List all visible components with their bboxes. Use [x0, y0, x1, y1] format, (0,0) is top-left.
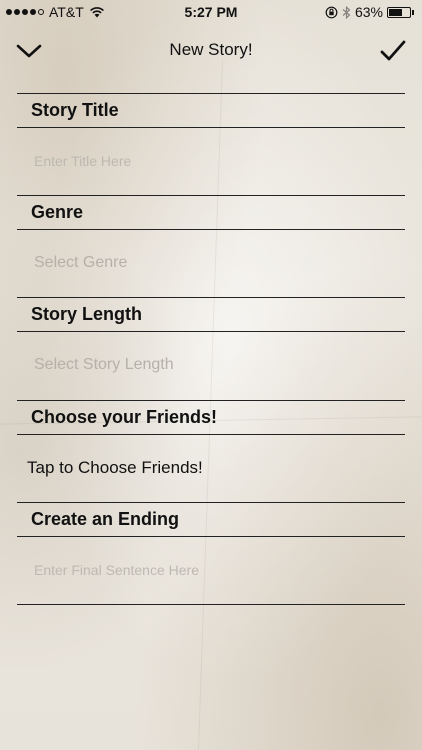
bluetooth-icon	[342, 5, 351, 19]
story-title-input[interactable]	[17, 128, 405, 194]
genre-select[interactable]	[17, 230, 405, 296]
status-right: 63%	[325, 4, 414, 20]
divider	[17, 604, 405, 605]
ending-label: Create an Ending	[31, 509, 180, 529]
battery-tip	[412, 9, 414, 15]
ending-input[interactable]	[17, 537, 405, 603]
story-title-label: Story Title	[31, 100, 119, 120]
navigation-bar: New Story!	[0, 30, 422, 70]
genre-label: Genre	[31, 202, 84, 222]
battery-icon	[387, 6, 411, 18]
divider	[17, 93, 405, 94]
choose-friends-button[interactable]: Tap to Choose Friends!	[27, 458, 203, 478]
rotation-lock-icon	[325, 6, 338, 18]
divider	[17, 195, 405, 196]
divider	[17, 434, 405, 435]
divider	[17, 502, 405, 503]
battery-level	[389, 8, 402, 16]
page-title: New Story!	[169, 40, 253, 59]
divider	[17, 297, 405, 298]
checkmark-icon[interactable]	[378, 38, 408, 64]
divider	[17, 400, 405, 401]
story-length-label: Story Length	[31, 304, 142, 324]
status-bar: AT&T 5:27 PM 63%	[0, 0, 422, 24]
story-length-select[interactable]	[17, 332, 405, 398]
battery-percentage: 63%	[354, 4, 383, 20]
friends-label: Choose your Friends!	[31, 407, 218, 427]
